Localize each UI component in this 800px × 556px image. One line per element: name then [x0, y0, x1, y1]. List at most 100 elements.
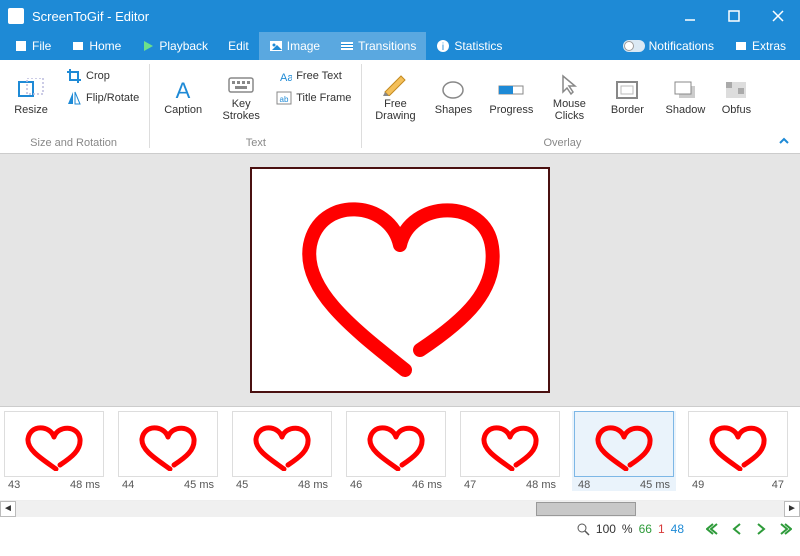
freetext-button[interactable]: Aa Free Text [272, 66, 355, 86]
tab-label: Home [89, 39, 121, 53]
tab-edit[interactable]: Edit [218, 32, 259, 60]
scroll-right-button[interactable]: ► [784, 501, 800, 517]
frame-thumbnail [688, 411, 788, 477]
app-icon [8, 8, 24, 24]
tab-home[interactable]: Home [61, 32, 131, 60]
home-icon [71, 39, 85, 53]
image-icon [269, 39, 283, 53]
ribbon-label: Caption [164, 104, 202, 116]
frame-item[interactable]: 46 46 ms [344, 411, 448, 491]
nav-last-button[interactable] [776, 520, 794, 538]
svg-text:i: i [442, 42, 444, 53]
frame-number: 47 [464, 479, 476, 491]
scroll-thumb[interactable] [536, 502, 636, 516]
minimize-button[interactable] [668, 0, 712, 32]
frame-number: 49 [692, 479, 704, 491]
tab-extras[interactable]: Extras [724, 32, 796, 60]
resize-icon [17, 78, 45, 102]
ribbon-label: Crop [86, 70, 110, 82]
frame-number: 46 [350, 479, 362, 491]
tab-label: Image [287, 39, 320, 53]
frame-thumbnail [118, 411, 218, 477]
ribbon-label: Shadow [666, 104, 706, 116]
nav-prev-button[interactable] [728, 520, 746, 538]
tab-file[interactable]: File [4, 32, 61, 60]
frame-item[interactable]: 45 48 ms [230, 411, 334, 491]
frame-selected-count: 1 [658, 522, 665, 536]
tab-label: Notifications [649, 39, 714, 53]
frame-current: 48 [671, 522, 684, 536]
obfuscate-button[interactable]: Obfus [716, 64, 756, 130]
tab-transitions[interactable]: Transitions [330, 32, 426, 60]
frame-duration: 46 ms [412, 479, 442, 491]
svg-text:ab: ab [280, 95, 289, 104]
tab-notifications[interactable]: Notifications [613, 32, 724, 60]
ribbon-label: Free Drawing [370, 98, 420, 122]
keystrokes-button[interactable]: Key Strokes [214, 64, 268, 130]
tab-label: Statistics [454, 39, 502, 53]
ribbon: Resize Crop Flip/Rotate Size and Rotatio… [0, 60, 800, 154]
frame-number: 45 [236, 479, 248, 491]
progress-button[interactable]: Progress [484, 64, 538, 130]
separator [149, 64, 150, 148]
maximize-button[interactable] [712, 0, 756, 32]
ribbon-label: Border [611, 104, 644, 116]
frame-duration: 48 ms [526, 479, 556, 491]
ribbon-group-overlay: Free Drawing Shapes Progress Mouse Click… [368, 64, 756, 153]
tab-playback[interactable]: Playback [131, 32, 218, 60]
tab-label: Transitions [358, 39, 416, 53]
frame-thumbnail [232, 411, 332, 477]
caption-icon: A [169, 78, 197, 102]
shadow-button[interactable]: Shadow [658, 64, 712, 130]
scroll-track[interactable] [16, 501, 784, 517]
frame-item[interactable]: 4445 ms [116, 411, 220, 491]
collapse-ribbon-button[interactable] [776, 133, 792, 149]
pencil-icon [381, 72, 409, 96]
progress-icon [497, 78, 525, 102]
tab-statistics[interactable]: i Statistics [426, 32, 512, 60]
tab-label: File [32, 39, 51, 53]
frame-item[interactable]: 48 45 ms [572, 411, 676, 491]
timeline-scrollbar[interactable]: ◄ ► [0, 500, 800, 516]
frame-duration: 45 ms [640, 479, 670, 491]
tab-label: Edit [228, 39, 249, 53]
shadow-icon [671, 78, 699, 102]
close-button[interactable] [756, 0, 800, 32]
zoom-icon [576, 522, 590, 536]
ribbon-label: Free Text [296, 70, 342, 82]
ribbon-label: Mouse Clicks [544, 98, 594, 122]
nav-next-button[interactable] [752, 520, 770, 538]
frame-item[interactable]: 4947 [686, 411, 790, 491]
play-icon [141, 39, 155, 53]
resize-button[interactable]: Resize [4, 64, 58, 130]
border-button[interactable]: Border [600, 64, 654, 130]
ribbon-label: Shapes [435, 104, 472, 116]
group-label: Text [246, 133, 266, 153]
nav-first-button[interactable] [704, 520, 722, 538]
tab-image[interactable]: Image [259, 32, 330, 60]
frame-item[interactable]: 47 48 ms [458, 411, 562, 491]
menubar: File Home Playback Edit Image Transition… [0, 32, 800, 60]
ribbon-label: Obfus [722, 104, 751, 116]
caption-button[interactable]: A Caption [156, 64, 210, 130]
crop-button[interactable]: Crop [62, 66, 143, 86]
frame-number: 48 [578, 479, 590, 491]
frame-item[interactable]: 4348 ms [2, 411, 106, 491]
titleframe-button[interactable]: ab Title Frame [272, 88, 355, 108]
titlebar: ScreenToGif - Editor [0, 0, 800, 32]
shapes-button[interactable]: Shapes [426, 64, 480, 130]
canvas-area [0, 154, 800, 406]
frame-thumbnail [346, 411, 446, 477]
group-label: Overlay [543, 133, 581, 153]
freedrawing-button[interactable]: Free Drawing [368, 64, 422, 130]
canvas-frame[interactable] [250, 167, 550, 393]
zoom-value: 100 [596, 522, 616, 536]
mouseclicks-button[interactable]: Mouse Clicks [542, 64, 596, 130]
frame-duration: 48 ms [298, 479, 328, 491]
toggle-icon [623, 40, 645, 52]
crop-icon [66, 68, 82, 84]
scroll-left-button[interactable]: ◄ [0, 501, 16, 517]
fliprotate-button[interactable]: Flip/Rotate [62, 88, 143, 108]
svg-text:Aa: Aa [280, 72, 292, 84]
frame-thumbnail [4, 411, 104, 477]
